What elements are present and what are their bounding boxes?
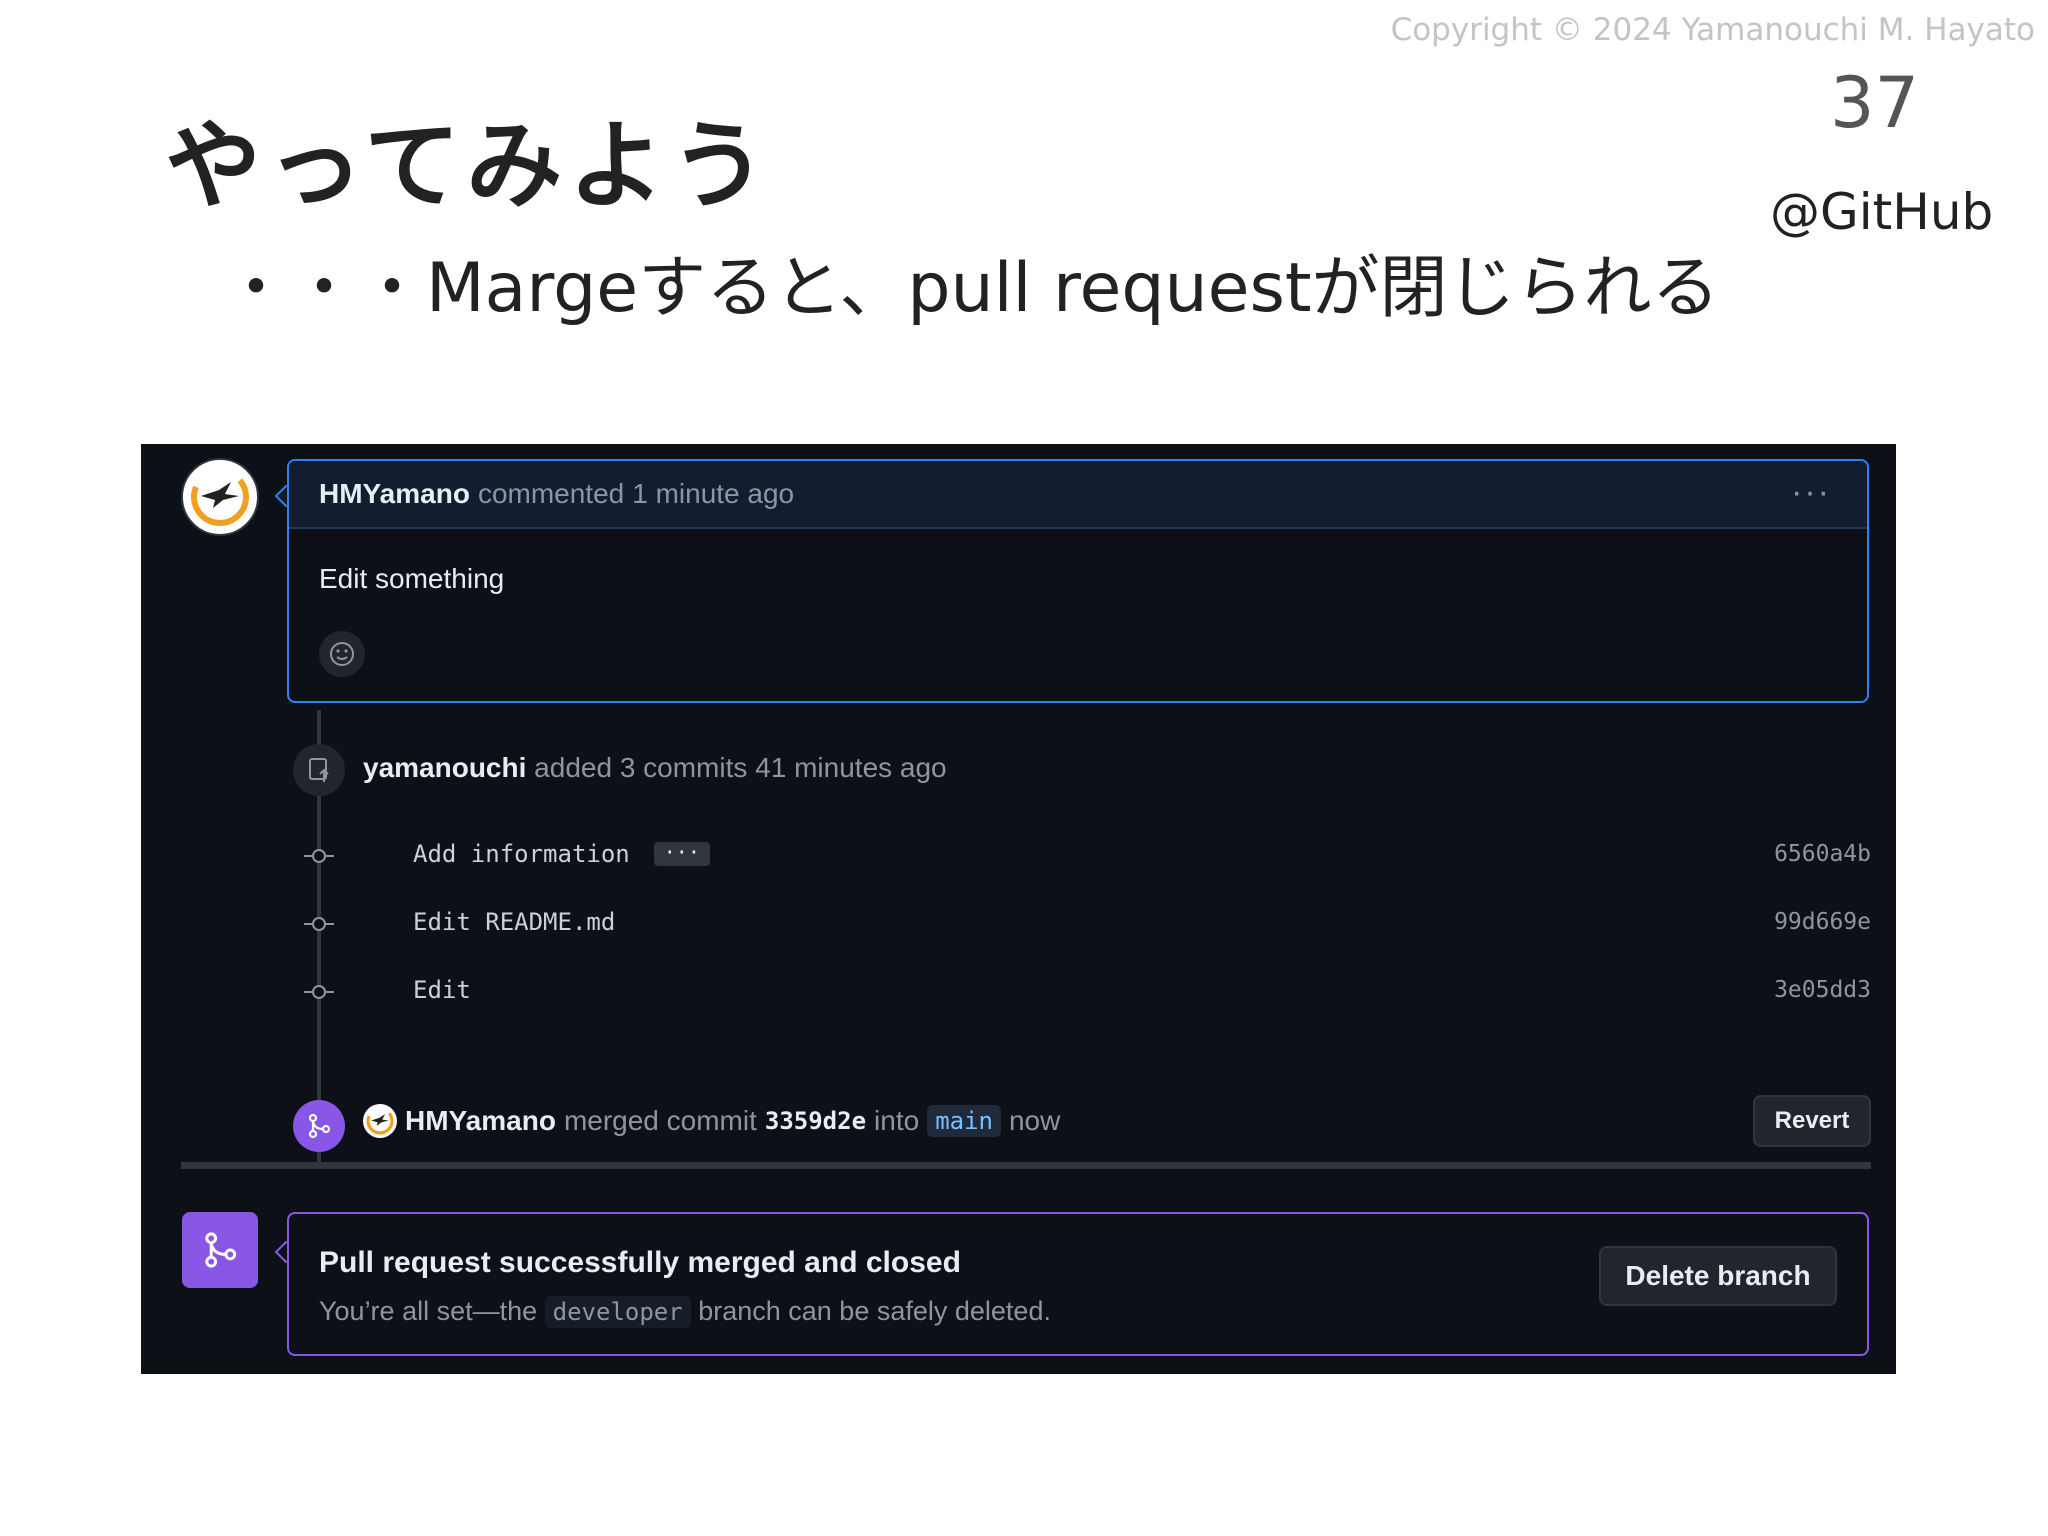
merged-description: You’re all set—the developer branch can … xyxy=(319,1296,1051,1328)
bird-logo-icon xyxy=(191,468,249,526)
commit-dot-icon xyxy=(304,849,334,863)
merge-event: HMYamano merged commit 3359d2e into main… xyxy=(363,1104,1068,1138)
commit-sha[interactable]: 6560a4b xyxy=(1774,841,1871,867)
divider xyxy=(181,1162,1871,1169)
branch-label[interactable]: main xyxy=(927,1105,1001,1137)
bird-logo-icon xyxy=(366,1107,394,1135)
smiley-icon xyxy=(330,642,354,666)
delete-branch-button[interactable]: Delete branch xyxy=(1599,1246,1837,1306)
commit-row: Edit xyxy=(413,976,471,1004)
merge-action: merged commit xyxy=(563,1105,757,1136)
add-reaction-button[interactable] xyxy=(319,631,365,677)
git-merge-icon xyxy=(182,1212,258,1288)
comment-time[interactable]: 1 minute ago xyxy=(632,478,794,510)
comment-header: HMYamano commented 1 minute ago ··· xyxy=(289,461,1867,529)
repo-push-icon xyxy=(293,744,345,796)
avatar[interactable] xyxy=(181,458,259,536)
merged-desc-prefix: You’re all set—the xyxy=(319,1296,538,1326)
page-number: 37 xyxy=(1830,62,1920,144)
comment-box: HMYamano commented 1 minute ago ··· Edit… xyxy=(287,459,1869,703)
slide-subtitle: ・・・Margeすると、pull requestが閉じられる xyxy=(222,249,1720,328)
source-tag: @GitHub xyxy=(1770,183,1994,241)
comment-action: commented xyxy=(477,478,625,509)
commit-message[interactable]: Add information xyxy=(413,840,630,868)
comment-author[interactable]: HMYamano xyxy=(319,478,470,510)
merge-sha[interactable]: 3359d2e xyxy=(765,1107,866,1135)
commits-event: yamanouchi added 3 commits 41 minutes ag… xyxy=(363,752,947,784)
github-pr-screenshot: HMYamano commented 1 minute ago ··· Edit… xyxy=(141,444,1896,1374)
kebab-menu-icon[interactable]: ··· xyxy=(1791,473,1831,512)
commit-message[interactable]: Edit README.md xyxy=(413,908,615,936)
git-merge-icon xyxy=(293,1100,345,1152)
revert-button[interactable]: Revert xyxy=(1753,1095,1871,1147)
merge-author[interactable]: HMYamano xyxy=(405,1105,556,1136)
copyright-notice: Copyright © 2024 Yamanouchi M. Hayato xyxy=(1390,12,2035,48)
commits-time[interactable]: 41 minutes ago xyxy=(755,752,946,783)
commit-dot-icon xyxy=(304,985,334,999)
merge-into: into xyxy=(874,1105,920,1136)
commit-sha[interactable]: 3e05dd3 xyxy=(1774,977,1871,1003)
merged-status-box: Pull request successfully merged and clo… xyxy=(287,1212,1869,1356)
commit-expand-button[interactable]: ··· xyxy=(653,842,710,866)
merge-time[interactable]: now xyxy=(1009,1105,1060,1137)
merged-title: Pull request successfully merged and clo… xyxy=(319,1246,961,1279)
commits-author[interactable]: yamanouchi xyxy=(363,752,526,783)
avatar[interactable] xyxy=(363,1104,397,1138)
commit-message[interactable]: Edit xyxy=(413,976,471,1004)
merged-desc-suffix: branch can be safely deleted. xyxy=(698,1296,1051,1326)
commit-dot-icon xyxy=(304,917,334,931)
slide-title: やってみよう xyxy=(165,110,773,222)
comment-body: Edit something xyxy=(319,563,505,594)
commits-action: added 3 commits xyxy=(534,752,748,783)
commit-sha[interactable]: 99d669e xyxy=(1774,909,1871,935)
commit-row: Add information ··· xyxy=(413,840,710,868)
commit-row: Edit README.md xyxy=(413,908,615,936)
branch-label[interactable]: developer xyxy=(544,1296,691,1328)
